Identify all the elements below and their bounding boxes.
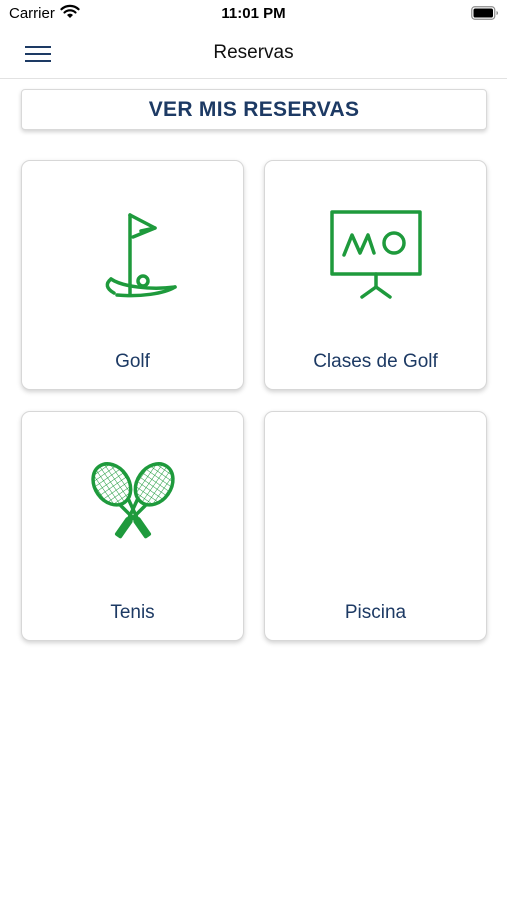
- card-label: Piscina: [344, 602, 407, 623]
- pool-card[interactable]: Piscina: [264, 411, 487, 641]
- card-label: Clases de Golf: [313, 351, 438, 372]
- view-my-bookings-button[interactable]: VER MIS RESERVAS: [21, 89, 487, 130]
- page-title: Reservas: [213, 42, 294, 63]
- status-bar: Carrier 11:01 PM: [0, 0, 507, 30]
- tennis-card[interactable]: Tenis: [21, 411, 244, 641]
- tennis-rackets-icon: [22, 456, 243, 556]
- battery-icon: [471, 6, 499, 25]
- card-label: Tenis: [110, 602, 155, 623]
- golf-card[interactable]: Golf: [21, 160, 244, 390]
- navigation-bar: Reservas: [0, 30, 507, 79]
- golf-lessons-card[interactable]: Clases de Golf: [264, 160, 487, 390]
- card-label: Golf: [115, 351, 150, 372]
- golf-flag-icon: [22, 205, 243, 305]
- whiteboard-icon: [265, 205, 486, 305]
- status-time: 11:01 PM: [221, 5, 286, 22]
